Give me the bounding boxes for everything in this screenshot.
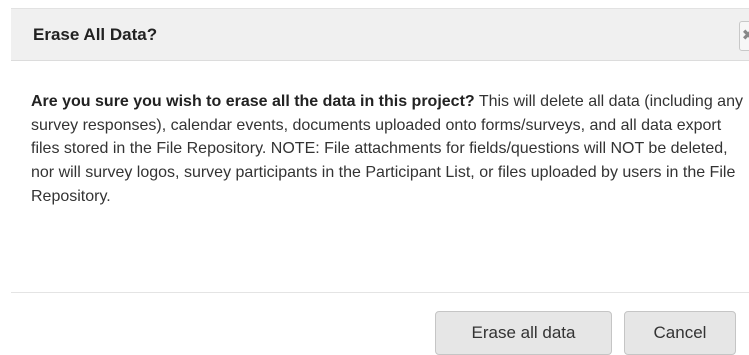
erase-data-dialog: Erase All Data? ✖ Are you sure you wish … — [0, 0, 749, 355]
dialog-title: Erase All Data? — [33, 25, 158, 44]
dialog-message-emphasis: Are you sure you wish to erase all the d… — [31, 93, 475, 110]
cancel-button[interactable]: Cancel — [624, 311, 736, 355]
dialog-header: Erase All Data? ✖ — [11, 8, 749, 61]
close-button[interactable]: ✖ — [739, 21, 749, 51]
dialog-message: Are you sure you wish to erase all the d… — [31, 90, 743, 209]
erase-all-data-button[interactable]: Erase all data — [435, 311, 612, 355]
footer-divider — [11, 292, 749, 293]
close-icon: ✖ — [741, 27, 749, 44]
